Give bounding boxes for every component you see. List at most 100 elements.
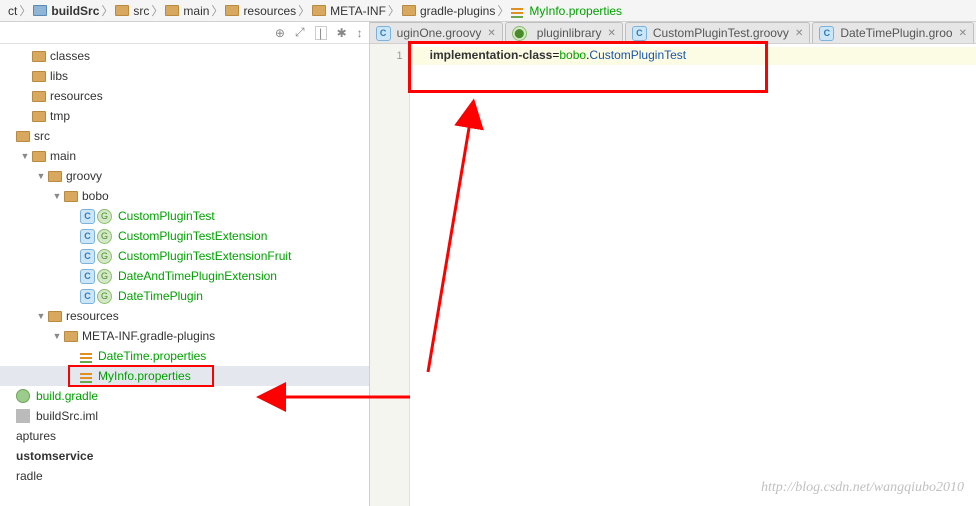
- folder-icon: [115, 5, 129, 16]
- tree-item[interactable]: ▼CGDateTimePlugin: [0, 286, 369, 306]
- module-icon: [33, 5, 47, 16]
- tab-label: CustomPluginTest.groovy: [653, 26, 789, 40]
- tree-item[interactable]: ▼ main: [0, 146, 369, 166]
- tree-item[interactable]: ▼buildSrc.iml: [0, 406, 369, 426]
- tree-item-label: DateTimePlugin: [118, 289, 203, 303]
- class-icon: C: [80, 209, 95, 224]
- tree-item-label: DateAndTimePluginExtension: [118, 269, 277, 283]
- breadcrumb-item-current[interactable]: MyInfo.properties: [507, 4, 626, 18]
- tree-item-label: tmp: [50, 109, 70, 123]
- tree-item[interactable]: ▼MyInfo.properties: [0, 366, 369, 386]
- project-panel: ⊕ ⤢ | ✱ ↕ ▼classes▼libs▼resources▼tmp▼sr…: [0, 22, 370, 506]
- package-icon: [64, 191, 78, 202]
- tree-item[interactable]: ▼ resources: [0, 306, 369, 326]
- tree-item-label: CustomPluginTest: [118, 209, 215, 223]
- properties-icon: [80, 357, 92, 359]
- breadcrumb-item[interactable]: gradle-plugins: [398, 4, 499, 18]
- tree-item[interactable]: ▼src: [0, 126, 369, 146]
- breadcrumb-item[interactable]: main: [161, 4, 213, 18]
- project-tree[interactable]: ▼classes▼libs▼resources▼tmp▼src▼main▼gro…: [0, 44, 369, 506]
- tree-item[interactable]: ▼classes: [0, 46, 369, 66]
- breadcrumb-item[interactable]: buildSrc: [29, 4, 103, 18]
- tree-item[interactable]: ▼CGCustomPluginTestExtensionFruit: [0, 246, 369, 266]
- chevron-down-icon[interactable]: ▼: [36, 171, 46, 181]
- tree-item[interactable]: ▼ bobo: [0, 186, 369, 206]
- gradle-icon: [16, 389, 30, 403]
- properties-icon: [80, 377, 92, 379]
- tab-label: DateTimePlugin.groo: [840, 26, 952, 40]
- tree-item-label: MyInfo.properties: [98, 369, 191, 383]
- tree-item[interactable]: ▼build.gradle: [0, 386, 369, 406]
- tree-item[interactable]: ▼resources: [0, 86, 369, 106]
- editor-tab[interactable]: CuginOne.groovy✕: [370, 22, 503, 43]
- editor-panel: CuginOne.groovy✕ ⬤ pluginlibrary ✕ C CustomPl…: [370, 22, 976, 506]
- tree-item[interactable]: ▼CGDateAndTimePluginExtension: [0, 266, 369, 286]
- class-icon: C: [80, 229, 95, 244]
- groovy-icon: G: [97, 249, 112, 264]
- class-icon: C: [80, 249, 95, 264]
- chevron-down-icon[interactable]: ▼: [52, 331, 62, 341]
- tree-item[interactable]: ▼ META-INF.gradle-plugins: [0, 326, 369, 346]
- breadcrumb-item[interactable]: META-INF: [308, 4, 390, 18]
- breadcrumb-item[interactable]: src: [111, 4, 153, 18]
- panel-toolbar: ⊕ ⤢ | ✱ ↕: [0, 22, 369, 44]
- gear-icon[interactable]: ✱: [337, 26, 347, 40]
- class-icon: C: [632, 26, 647, 41]
- folder-icon: [225, 5, 239, 16]
- class-icon: C: [819, 26, 834, 41]
- editor-tab[interactable]: C DateTimePlugin.groo ✕: [812, 22, 974, 43]
- groovy-icon: G: [97, 289, 112, 304]
- breadcrumb-item[interactable]: resources: [221, 4, 300, 18]
- tree-item[interactable]: ▼ustomservice: [0, 446, 369, 466]
- tree-item-label: META-INF.gradle-plugins: [82, 329, 215, 343]
- tree-item[interactable]: ▼radle: [0, 466, 369, 486]
- close-icon[interactable]: ✕: [959, 28, 967, 39]
- groovy-icon: G: [97, 209, 112, 224]
- package-icon: [64, 331, 78, 342]
- tree-item[interactable]: ▼groovy: [0, 166, 369, 186]
- target-icon[interactable]: ⊕: [275, 26, 285, 40]
- chevron-down-icon[interactable]: ▼: [52, 191, 62, 201]
- tree-item[interactable]: ▼aptures: [0, 426, 369, 446]
- collapse-icon[interactable]: ↕: [357, 26, 363, 40]
- editor[interactable]: 1 implementation-class=bobo.CustomPlugin…: [370, 44, 976, 506]
- class-icon: C: [80, 289, 95, 304]
- folder-icon: [32, 51, 46, 62]
- vline-icon: |: [315, 26, 327, 40]
- gutter: 1: [370, 44, 410, 506]
- expand-icon[interactable]: ⤢: [295, 25, 305, 40]
- folder-icon: [402, 5, 416, 16]
- tree-item-label: buildSrc.iml: [36, 409, 98, 423]
- tree-item-label: bobo: [82, 189, 109, 203]
- watermark: http://blog.csdn.net/wangqiubo2010: [761, 480, 964, 496]
- chevron-down-icon[interactable]: ▼: [20, 151, 30, 161]
- folder-icon: [165, 5, 179, 16]
- tree-item[interactable]: ▼tmp: [0, 106, 369, 126]
- close-icon[interactable]: ✕: [795, 28, 803, 39]
- tree-item[interactable]: ▼libs: [0, 66, 369, 86]
- chevron-down-icon[interactable]: ▼: [36, 311, 46, 321]
- folder-icon: [32, 91, 46, 102]
- tree-item[interactable]: ▼DateTime.properties: [0, 346, 369, 366]
- gradle-icon: ⬤: [512, 26, 527, 41]
- folder-icon: [312, 5, 326, 16]
- highlight-box: [408, 41, 768, 93]
- tree-item-label: classes: [50, 49, 90, 63]
- tree-item-label: main: [50, 149, 76, 163]
- close-icon[interactable]: ✕: [487, 28, 495, 39]
- groovy-icon: G: [97, 229, 112, 244]
- tree-item[interactable]: ▼CGCustomPluginTest: [0, 206, 369, 226]
- tree-item-label: libs: [50, 69, 68, 83]
- tree-item-label: resources: [66, 309, 119, 323]
- tree-item[interactable]: ▼CGCustomPluginTestExtension: [0, 226, 369, 246]
- folder-icon: [16, 131, 30, 142]
- tree-item-label: DateTime.properties: [98, 349, 206, 363]
- folder-icon: [32, 71, 46, 82]
- close-icon[interactable]: ✕: [607, 28, 615, 39]
- tree-item-label: CustomPluginTestExtensionFruit: [118, 249, 291, 263]
- editor-tab[interactable]: ⬤ pluginlibrary ✕: [505, 22, 623, 43]
- tab-label: pluginlibrary: [537, 26, 602, 40]
- groovy-icon: G: [97, 269, 112, 284]
- editor-tab[interactable]: C CustomPluginTest.groovy ✕: [625, 22, 810, 43]
- class-icon: C: [376, 26, 391, 41]
